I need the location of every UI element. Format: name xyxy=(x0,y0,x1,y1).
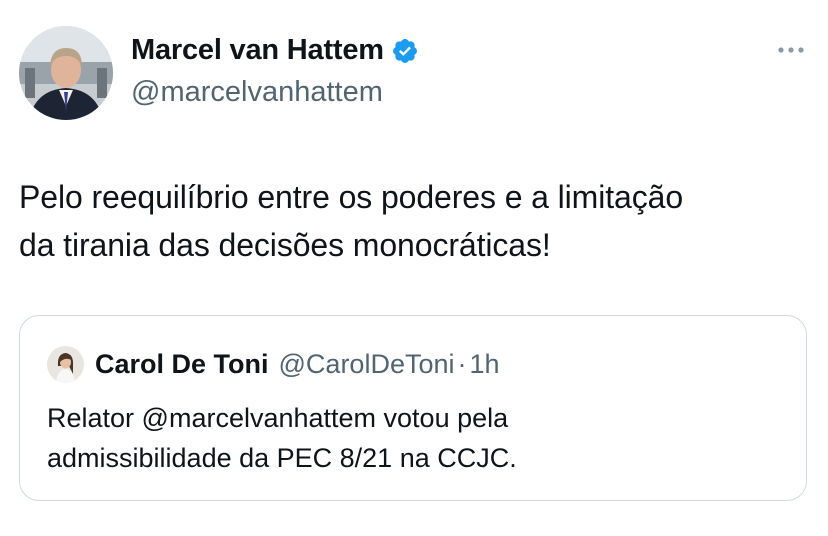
quoted-author-avatar[interactable] xyxy=(47,346,84,383)
quoted-author-name[interactable]: Carol De Toni xyxy=(95,349,269,380)
profile-photo-icon xyxy=(19,26,113,120)
verified-badge-icon[interactable] xyxy=(391,37,419,65)
quoted-tweet-header: Carol De Toni @CarolDeToni · 1h xyxy=(47,346,500,383)
author-name-row: Marcel van Hattem xyxy=(131,34,419,67)
quoted-timestamp[interactable]: 1h xyxy=(470,349,500,380)
tweet-text: Pelo reequilíbrio entre os poderes e a l… xyxy=(19,179,684,263)
quoted-tweet[interactable]: Carol De Toni @CarolDeToni · 1h Relator … xyxy=(19,315,807,501)
quoted-tweet-text: Relator @marcelvanhattem votou pela admi… xyxy=(47,403,517,473)
author-avatar[interactable] xyxy=(19,26,113,120)
profile-photo-icon xyxy=(47,346,84,383)
author-handle[interactable]: @marcelvanhattem xyxy=(131,76,383,109)
tweet-card: Marcel van Hattem @marcelvanhattem Pelo … xyxy=(0,0,828,536)
author-name[interactable]: Marcel van Hattem xyxy=(131,34,384,67)
more-horizontal-icon[interactable] xyxy=(776,42,806,58)
quoted-author-handle[interactable]: @CarolDeToni xyxy=(279,349,455,380)
separator-dot: · xyxy=(457,349,467,379)
